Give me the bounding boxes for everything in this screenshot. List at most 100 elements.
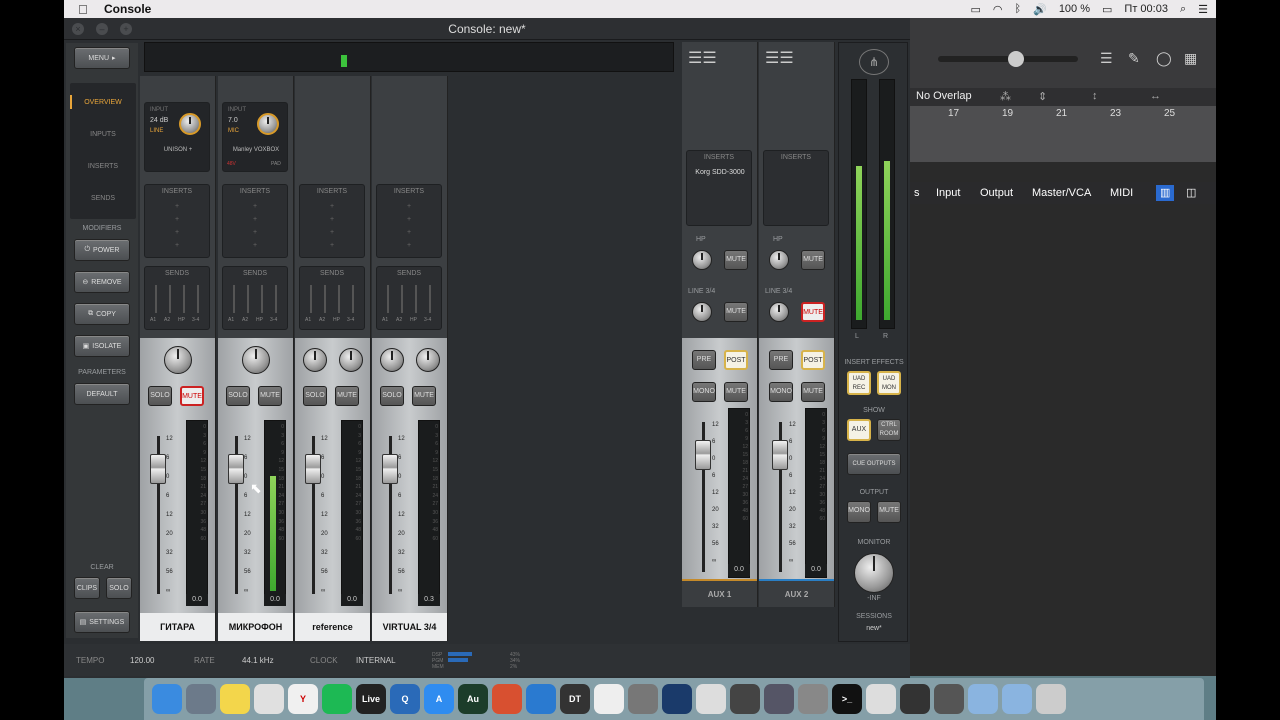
- piano-icon[interactable]: [696, 684, 726, 714]
- fader-cap[interactable]: [772, 440, 788, 470]
- insert-slot[interactable]: +: [223, 229, 287, 236]
- battery-icon[interactable]: ▭: [1102, 3, 1112, 16]
- midi-icon[interactable]: [798, 684, 828, 714]
- default-button[interactable]: DEFAULT: [74, 383, 130, 405]
- send-fader[interactable]: [169, 285, 171, 313]
- unison-label[interactable]: Manley VOXBOX: [223, 147, 289, 153]
- inserts-box[interactable]: INSERTS + + + +: [222, 184, 288, 258]
- inserts-box[interactable]: INSERTS + + + +: [376, 184, 442, 258]
- line-mute-button[interactable]: MUTE: [724, 302, 748, 322]
- minimize-icon[interactable]: –: [96, 23, 108, 35]
- mute-button[interactable]: MUTE: [180, 386, 204, 406]
- waveform-icon[interactable]: [594, 684, 624, 714]
- pad-flag[interactable]: PAD: [271, 161, 281, 167]
- show-aux-button[interactable]: AUX: [847, 419, 871, 441]
- wifi-icon[interactable]: ◠: [993, 3, 1003, 16]
- edit-icon[interactable]: ✎: [1128, 50, 1140, 67]
- apple-icon[interactable]: : [78, 2, 96, 17]
- pre-button[interactable]: PRE: [769, 350, 793, 370]
- unison-label[interactable]: UNISON +: [145, 147, 211, 153]
- channel-name[interactable]: reference: [295, 613, 370, 641]
- pinwheel-icon[interactable]: [866, 684, 896, 714]
- finder-icon[interactable]: [152, 684, 182, 714]
- channel-name[interactable]: МИКРОФОН: [218, 613, 293, 641]
- send-fader[interactable]: [324, 285, 326, 313]
- send-fader[interactable]: [275, 285, 277, 313]
- insert-slot[interactable]: +: [377, 203, 441, 210]
- send-fader[interactable]: [429, 285, 431, 313]
- quicktime-icon[interactable]: Q: [390, 684, 420, 714]
- terminal-icon[interactable]: >_: [832, 684, 862, 714]
- volume-icon[interactable]: 🔊: [1033, 3, 1047, 16]
- chrome-icon[interactable]: [254, 684, 284, 714]
- clear-solo-button[interactable]: SOLO: [106, 577, 132, 599]
- fader-cap[interactable]: [305, 454, 321, 484]
- send-fader[interactable]: [352, 285, 354, 313]
- mono-button[interactable]: MONO: [692, 382, 716, 402]
- input-module[interactable]: INPUT 24 dB LINE UNISON +: [144, 102, 210, 172]
- nav-inputs[interactable]: INPUTS: [70, 131, 136, 138]
- insert-slot[interactable]: +: [223, 203, 287, 210]
- nav-overview[interactable]: OVERVIEW: [70, 95, 136, 109]
- send-fader[interactable]: [261, 285, 263, 313]
- zoom-fit-icon[interactable]: ⇕: [1038, 90, 1047, 103]
- channel-name[interactable]: VIRTUAL 3/4: [372, 613, 447, 641]
- tab-midi[interactable]: MIDI: [1106, 185, 1137, 201]
- phantom-flag[interactable]: 48V: [227, 161, 236, 167]
- clear-clips-button[interactable]: CLIPS: [74, 577, 100, 599]
- loop-icon[interactable]: ◯: [1156, 50, 1172, 67]
- network-icon[interactable]: [526, 684, 556, 714]
- uad-icon[interactable]: [662, 684, 692, 714]
- post-button[interactable]: POST: [724, 350, 748, 370]
- send-fader[interactable]: [338, 285, 340, 313]
- output-mono-button[interactable]: MONO: [847, 501, 871, 523]
- bluetooth-icon[interactable]: ᛒ: [1015, 3, 1022, 15]
- list-icon[interactable]: ☰: [1100, 50, 1113, 67]
- send-fader[interactable]: [233, 285, 235, 313]
- tab-master-vca[interactable]: Master/VCA: [1028, 185, 1095, 201]
- settings-button[interactable]: ▤ SETTINGS: [74, 611, 130, 633]
- power-button[interactable]: ⏻ POWER: [74, 239, 130, 261]
- waveform-icon[interactable]: ⁂: [1000, 90, 1011, 103]
- tab-s[interactable]: s: [910, 185, 924, 201]
- insert-slot[interactable]: +: [377, 229, 441, 236]
- insert-slot[interactable]: +: [300, 203, 364, 210]
- rate-value[interactable]: 44.1 kHz: [242, 656, 274, 665]
- send-fader[interactable]: [183, 285, 185, 313]
- fader-cap[interactable]: [228, 454, 244, 484]
- downloads-icon[interactable]: [1002, 684, 1032, 714]
- insert-slot[interactable]: +: [223, 216, 287, 223]
- spotify-icon[interactable]: [322, 684, 352, 714]
- aux-list-icon[interactable]: ☰☰: [765, 48, 794, 68]
- channel-name[interactable]: ГИТАРА: [140, 613, 215, 641]
- trash-icon[interactable]: [1036, 684, 1066, 714]
- solo-button[interactable]: SOLO: [148, 386, 172, 406]
- insert-slot[interactable]: +: [300, 216, 364, 223]
- fader-cap[interactable]: [150, 454, 166, 484]
- line-knob[interactable]: [692, 302, 712, 322]
- launchpad-icon[interactable]: [186, 684, 216, 714]
- console-app-icon[interactable]: [730, 684, 760, 714]
- mute-button[interactable]: MUTE: [335, 386, 359, 406]
- nav-inserts[interactable]: INSERTS: [70, 163, 136, 170]
- pan-knob-left[interactable]: [303, 348, 327, 372]
- apps-folder-icon[interactable]: [968, 684, 998, 714]
- overlap-select[interactable]: No Overlap: [916, 90, 972, 102]
- insert-slot[interactable]: +: [377, 216, 441, 223]
- pan-knob-left[interactable]: [380, 348, 404, 372]
- aux-name[interactable]: AUX 1: [682, 579, 757, 607]
- timeline-ruler[interactable]: 17 19 21 23 25: [910, 106, 1216, 162]
- isolate-button[interactable]: ▣ ISOLATE: [74, 335, 130, 357]
- tab-output[interactable]: Output: [976, 185, 1017, 201]
- fader-cap[interactable]: [382, 454, 398, 484]
- line-mute-button[interactable]: MUTE: [801, 302, 825, 322]
- pan-knob[interactable]: [242, 346, 270, 374]
- ua-meter-icon[interactable]: [764, 684, 794, 714]
- uad-rec-button[interactable]: UAD REC: [847, 371, 871, 395]
- aux-inserts-box[interactable]: INSERTS Korg SDD-3000: [686, 150, 752, 226]
- vertical-zoom-icon[interactable]: ↕: [1092, 90, 1098, 102]
- insert-slot[interactable]: +: [377, 242, 441, 249]
- aux-mute-button[interactable]: MUTE: [724, 382, 748, 402]
- send-fader[interactable]: [401, 285, 403, 313]
- post-button[interactable]: POST: [801, 350, 825, 370]
